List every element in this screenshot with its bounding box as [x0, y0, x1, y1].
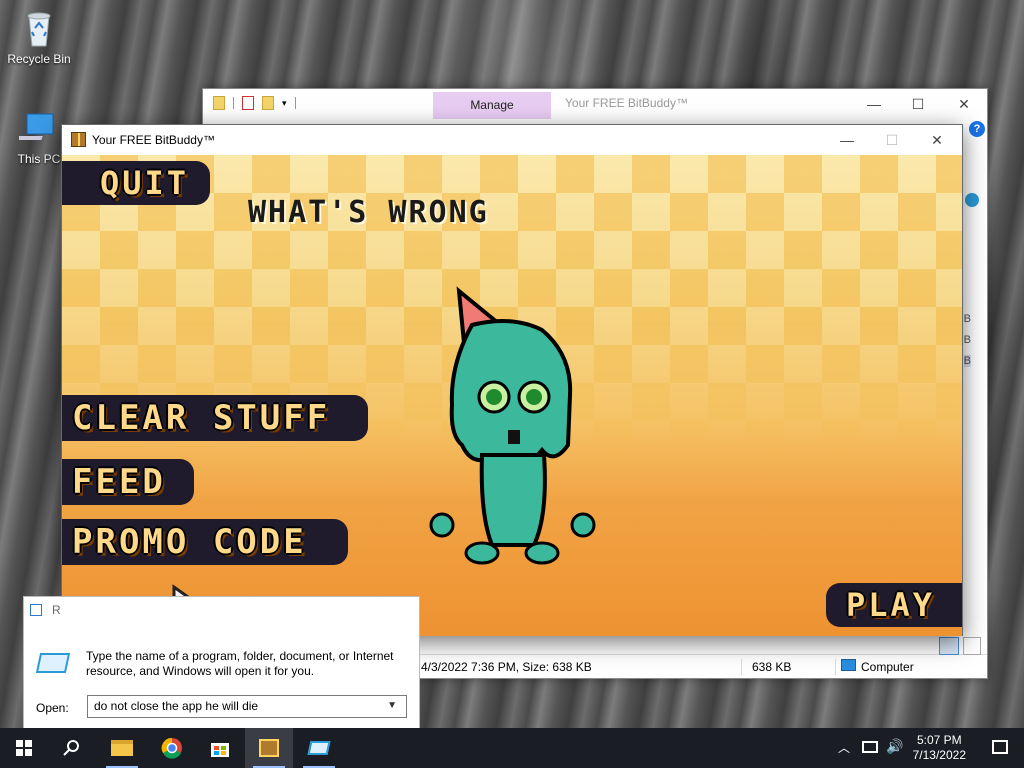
- chevron-up-icon[interactable]: ︿: [838, 739, 850, 756]
- start-icon: [16, 740, 32, 756]
- run-dialog: R Type the name of a program, folder, do…: [23, 596, 420, 736]
- volume-icon[interactable]: 🔊: [886, 738, 903, 755]
- left-pupil: [486, 389, 502, 405]
- maximize-button: ☐: [885, 132, 899, 148]
- clear-stuff-button[interactable]: CLEAR STUFF: [62, 395, 368, 441]
- bitbuddy-character[interactable]: [422, 285, 602, 565]
- play-button[interactable]: PLAY: [826, 583, 962, 627]
- chevron-down-icon[interactable]: ▼: [387, 700, 397, 711]
- right-foot: [524, 541, 560, 565]
- page-title: WHAT'S WRONG: [248, 195, 489, 230]
- explorer-titlebar: ▾ Manage Your FREE BitBuddy™ — ☐ ✕: [203, 89, 987, 119]
- quit-label: QUIT: [100, 164, 190, 202]
- size-fragment: B: [963, 334, 971, 346]
- divider: [741, 659, 742, 675]
- left-foot: [464, 541, 500, 565]
- clock-time: 5:07 PM: [916, 733, 962, 747]
- feed-label: FEED: [72, 462, 166, 502]
- desktop-icon-label: Recycle Bin: [7, 52, 71, 66]
- network-icon[interactable]: [862, 741, 878, 753]
- taskbar-chrome[interactable]: [148, 728, 196, 768]
- minimize-button[interactable]: —: [832, 129, 862, 151]
- promo-code-button[interactable]: PROMO CODE: [62, 519, 348, 565]
- start-button[interactable]: [0, 728, 48, 768]
- open-input[interactable]: do not close the app he will die: [87, 695, 407, 718]
- divider: [835, 659, 836, 675]
- status-location: Computer: [861, 660, 914, 674]
- game-titlebar: Your FREE BitBuddy™ — ☐ ✕: [62, 125, 962, 155]
- computer-icon: [841, 659, 856, 671]
- bitbuddy-icon: [259, 739, 279, 757]
- clock-date: 7/13/2022: [912, 748, 966, 762]
- taskbar-bitbuddy[interactable]: [245, 728, 293, 768]
- help-icon[interactable]: ?: [969, 121, 985, 137]
- quick-access-toolbar: ▾: [213, 96, 296, 110]
- folder-icon[interactable]: [213, 96, 225, 110]
- maximize-button[interactable]: ☐: [903, 93, 933, 115]
- gift-icon: [71, 132, 86, 147]
- minimize-button[interactable]: —: [859, 93, 889, 115]
- recycle-bin-icon: [19, 8, 59, 48]
- close-button[interactable]: ✕: [949, 93, 979, 115]
- computer-icon: [11, 108, 59, 148]
- size-fragment: B: [963, 355, 971, 367]
- details-view-button[interactable]: [939, 637, 959, 655]
- taskbar: ︿ 🔊 5:07 PM 7/13/2022: [0, 728, 1024, 768]
- play-label: PLAY: [846, 586, 936, 624]
- status-size: 638 KB: [752, 660, 792, 674]
- taskbar-store[interactable]: [196, 728, 244, 768]
- run-program-icon: [35, 653, 71, 673]
- store-icon: [211, 743, 229, 757]
- taskbar-run[interactable]: [295, 728, 343, 768]
- properties-icon[interactable]: [242, 96, 254, 110]
- status-details: 4/3/2022 7:36 PM, Size: 638 KB: [421, 660, 592, 674]
- new-folder-icon[interactable]: [262, 96, 274, 110]
- divider: [233, 97, 234, 109]
- run-description: Type the name of a program, folder, docu…: [86, 649, 394, 678]
- left-hand: [429, 512, 455, 538]
- bitbuddy-window: Your FREE BitBuddy™ — ☐ ✕ QUIT WHAT'S WR…: [61, 124, 963, 636]
- size-fragment: B: [963, 313, 971, 325]
- right-pupil: [526, 389, 542, 405]
- file-explorer-icon: [111, 740, 133, 756]
- taskbar-file-explorer[interactable]: [98, 728, 146, 768]
- window-title: Your FREE BitBuddy™: [565, 96, 688, 110]
- desktop-icon-recycle-bin[interactable]: Recycle Bin: [4, 8, 74, 66]
- quit-button[interactable]: QUIT: [62, 161, 210, 205]
- open-label: Open:: [36, 701, 69, 715]
- game-canvas[interactable]: QUIT WHAT'S WRONG CLEAR STUFF FEED PROMO…: [62, 155, 962, 636]
- globe-icon: [965, 193, 979, 207]
- run-icon: [307, 741, 331, 755]
- promo-code-label: PROMO CODE: [72, 522, 307, 562]
- notification-icon[interactable]: [992, 740, 1008, 754]
- close-button[interactable]: ✕: [922, 129, 952, 151]
- mouth: [508, 430, 520, 444]
- chrome-icon: [161, 737, 182, 759]
- search-button[interactable]: [48, 728, 96, 768]
- buddy-body: [479, 453, 547, 547]
- window-title: Your FREE BitBuddy™: [92, 133, 215, 147]
- feed-button[interactable]: FEED: [62, 459, 194, 505]
- clock[interactable]: 5:07 PM 7/13/2022: [913, 733, 966, 763]
- chevron-down-icon[interactable]: ▾: [282, 98, 287, 109]
- clear-stuff-label: CLEAR STUFF: [72, 398, 331, 438]
- tab-manage[interactable]: Manage: [433, 92, 551, 119]
- dialog-title-fragment: R: [52, 603, 61, 617]
- run-icon: [30, 604, 42, 616]
- large-icons-view-button[interactable]: [963, 637, 981, 655]
- right-hand: [570, 512, 596, 538]
- divider: [294, 97, 296, 109]
- search-icon: [63, 740, 79, 756]
